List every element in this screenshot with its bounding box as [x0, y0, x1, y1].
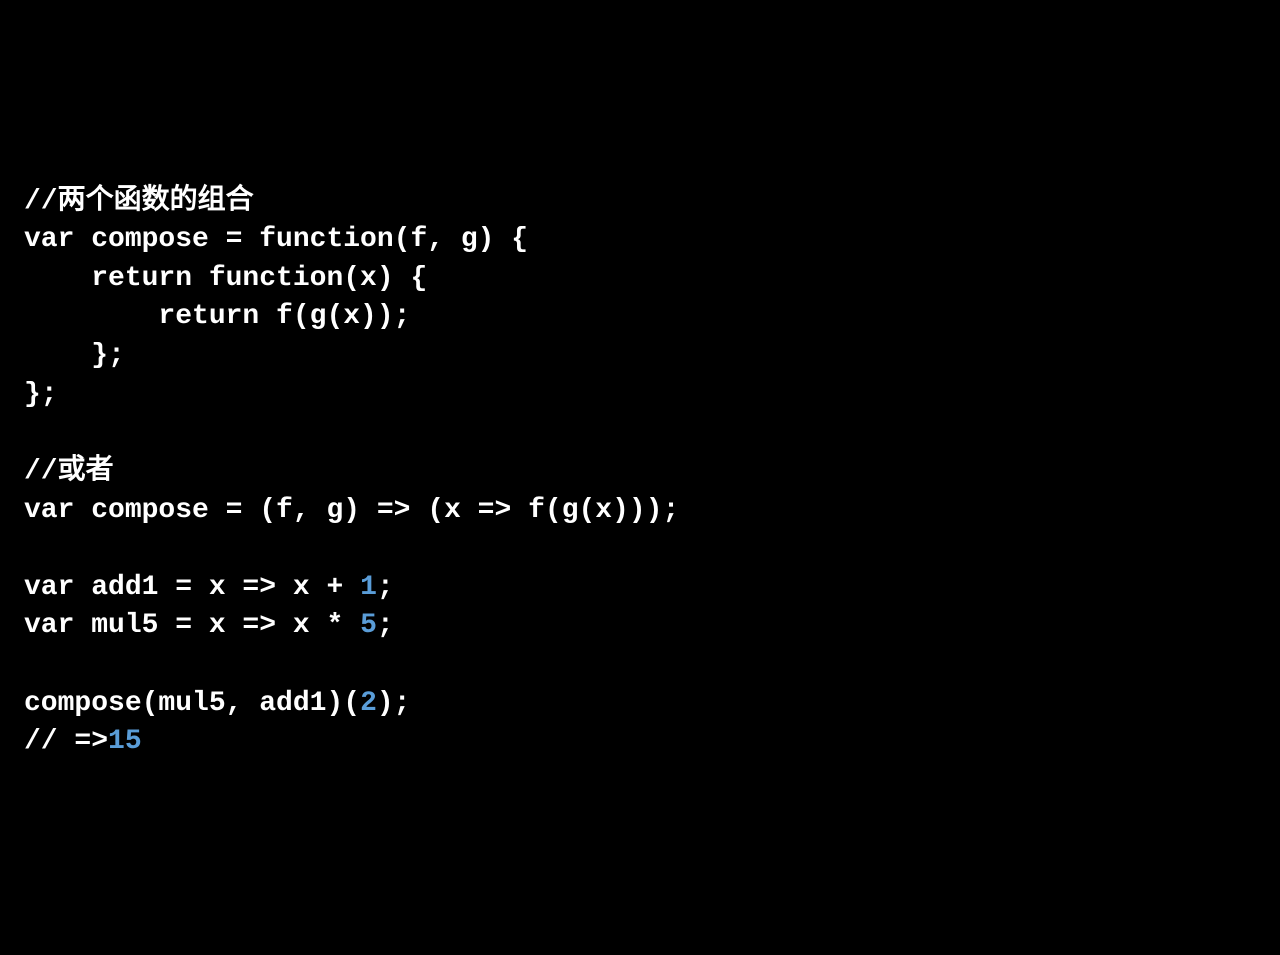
code-line-12a: var mul5 = x => x *: [24, 610, 360, 641]
code-line-11c: ;: [377, 572, 394, 603]
code-line-1: //两个函数的组合: [24, 186, 254, 217]
code-number-2: 2: [360, 688, 377, 719]
code-line-8: //或者: [24, 456, 114, 487]
code-line-4: return f(g(x));: [24, 301, 410, 332]
code-line-3: return function(x) {: [24, 263, 427, 294]
code-line-5: };: [24, 340, 125, 371]
code-number-1: 1: [360, 572, 377, 603]
code-line-12c: ;: [377, 610, 394, 641]
code-line-14c: );: [377, 688, 411, 719]
code-line-14a: compose(mul5, add1)(: [24, 688, 360, 719]
code-line-6: };: [24, 379, 58, 410]
code-line-15a: // =>: [24, 726, 108, 757]
code-line-11a: var add1 = x => x +: [24, 572, 360, 603]
code-line-2: var compose = function(f, g) {: [24, 224, 528, 255]
code-block: //两个函数的组合 var compose = function(f, g) {…: [24, 183, 1256, 762]
code-line-9: var compose = (f, g) => (x => f(g(x)));: [24, 495, 679, 526]
code-number-15: 15: [108, 726, 142, 757]
code-number-5: 5: [360, 610, 377, 641]
